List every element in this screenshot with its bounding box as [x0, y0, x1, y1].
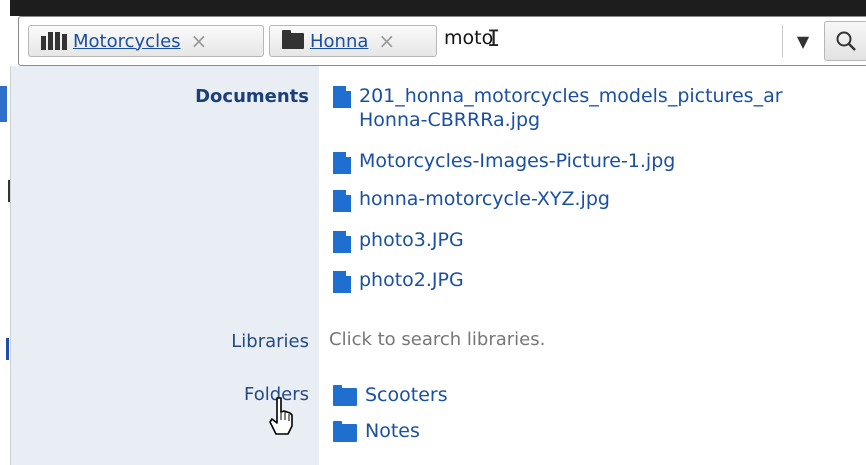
background-fragment	[0, 86, 7, 122]
documents-heading: Documents	[195, 86, 309, 107]
document-item[interactable]: honna-motorcycle-XYZ.jpg	[333, 188, 610, 212]
filter-pill-label[interactable]: Honna	[310, 31, 368, 52]
document-icon	[333, 231, 351, 253]
text-cursor-icon: I	[487, 27, 501, 52]
folder-icon	[333, 421, 357, 442]
filter-pill-label[interactable]: Motorcycles	[73, 31, 181, 52]
document-item[interactable]: Motorcycles-Images-Picture-1.jpg	[333, 150, 675, 174]
document-name: Motorcycles-Images-Picture-1.jpg	[359, 150, 676, 172]
folder-icon	[282, 30, 304, 49]
folder-name: Notes	[365, 420, 420, 442]
folder-name: Scooters	[365, 384, 448, 406]
document-item[interactable]: 201_honna_motorcycles_models_pictures_ar…	[333, 84, 783, 132]
dropdown-button[interactable]: ▼	[782, 25, 823, 57]
search-button[interactable]	[824, 21, 866, 61]
document-item[interactable]: photo3.JPG	[333, 229, 464, 253]
library-icon	[41, 32, 67, 50]
background-fragment	[6, 338, 9, 360]
document-icon	[333, 152, 351, 174]
filter-pill-motorcycles[interactable]: Motorcycles ×	[28, 25, 264, 57]
document-name: honna-motorcycle-XYZ.jpg	[359, 188, 610, 210]
libraries-heading[interactable]: Libraries	[231, 331, 309, 352]
remove-filter-icon[interactable]: ×	[191, 29, 208, 53]
document-name: photo2.JPG	[359, 269, 464, 291]
search-icon	[836, 31, 856, 51]
window-top-shade	[10, 0, 866, 16]
document-name: 201_honna_motorcycles_models_pictures_ar	[359, 85, 783, 107]
filter-pill-honna[interactable]: Honna ×	[269, 25, 437, 57]
document-item[interactable]: photo2.JPG	[333, 269, 464, 293]
folder-item[interactable]: Scooters	[333, 384, 448, 406]
document-name-continued: Honna-CBRRRa.jpg	[359, 109, 541, 131]
hand-cursor-icon	[269, 397, 293, 435]
remove-filter-icon[interactable]: ×	[378, 29, 395, 53]
document-icon	[333, 190, 351, 212]
search-bar[interactable]: Motorcycles × Honna × moto I ▼	[18, 16, 866, 66]
background-page	[0, 0, 10, 465]
document-icon	[333, 271, 351, 293]
document-icon	[333, 86, 351, 108]
chevron-down-icon: ▼	[796, 31, 810, 51]
search-input[interactable]: moto	[444, 27, 493, 49]
document-name: photo3.JPG	[359, 229, 464, 251]
search-suggestions-panel: Documents 201_honna_motorcycles_models_p…	[10, 66, 866, 465]
folder-item[interactable]: Notes	[333, 420, 420, 442]
folder-icon	[333, 385, 357, 406]
libraries-hint[interactable]: Click to search libraries.	[329, 329, 545, 350]
